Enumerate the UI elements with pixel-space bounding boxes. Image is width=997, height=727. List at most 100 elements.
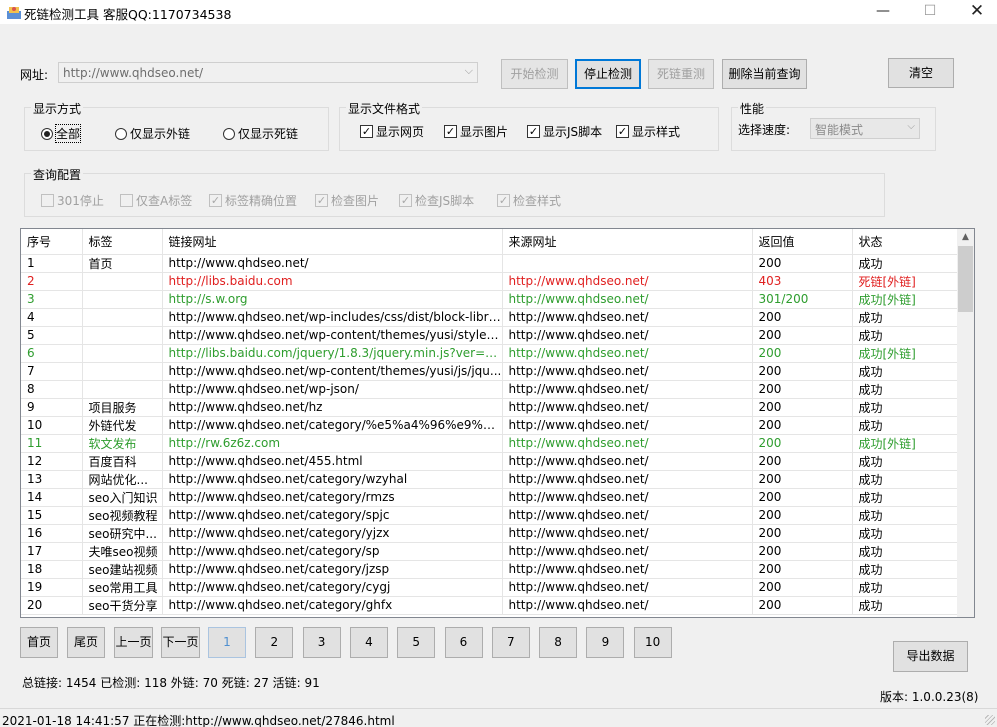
column-header-source[interactable]: 来源网址 [502,229,753,255]
checkbox-box[interactable] [120,194,133,207]
table-row[interactable]: 14 seo入门知识 http://www.qhdseo.net/category/… [21,488,958,507]
page-button[interactable]: 4 [349,627,388,658]
table-row[interactable]: 8 http://www.qhdseo.net/wp-json/http://ww… [21,380,958,399]
table-row[interactable]: 15 seo视频教程 http://www.qhdseo.net/category/… [21,506,958,525]
cell-link: http://www.qhdseo.net/category/sp [162,542,503,561]
table-row[interactable]: 4 http://www.qhdseo.net/wp-includes/css/d… [21,308,958,327]
checkbox-a-tag-only[interactable]: 仅查A标签 [120,192,192,209]
page-button[interactable]: 10 [633,627,672,658]
table-row[interactable]: 1 首页 http://www.qhdseo.net/200 成功 [21,254,958,273]
checkmark-icon[interactable]: ✓ [360,125,373,138]
last-page-button[interactable]: 尾页 [67,627,105,658]
close-button[interactable]: ✕ [954,0,997,24]
cell-status: 成功 [852,380,958,399]
checkbox-check-styles[interactable]: ✓ 检查样式 [497,192,561,209]
cell-code: 200 [752,560,853,579]
export-data-button[interactable]: 导出数据 [893,641,968,672]
chevron-down-icon[interactable]: ⌵ [465,64,473,78]
page-button[interactable]: 1 [208,627,246,658]
table-row[interactable]: 5 http://www.qhdseo.net/wp-content/themes… [21,326,958,345]
table-row[interactable]: 9 项目服务 http://www.qhdseo.net/hz http://www.… [21,398,958,417]
page-button[interactable]: 3 [302,627,341,658]
results-table[interactable]: 序号 标签 链接网址 来源网址 返回值 状态 1 首页 http://www.qhd… [20,228,975,618]
checkbox-check-js[interactable]: ✓ 检查JS脚本 [399,192,474,209]
column-header-index[interactable]: 序号 [21,229,83,255]
radio-indicator[interactable] [115,127,127,140]
first-page-button[interactable]: 首页 [20,627,58,658]
column-header-tag[interactable]: 标签 [82,229,163,255]
page-button[interactable]: 8 [539,627,578,658]
recheck-dead-button[interactable]: 死链重测 [648,59,714,89]
checkbox-show-pages[interactable]: ✓ 显示网页 [360,123,424,140]
table-row[interactable]: 2 http://libs.baidu.com http://www.qhdseo.… [21,272,958,291]
checkbox-check-images[interactable]: ✓ 检查图片 [315,192,379,209]
checkbox-box[interactable] [41,194,54,207]
page-button[interactable]: 6 [444,627,483,658]
page-button[interactable]: 2 [255,627,294,658]
delete-query-button[interactable]: 删除当前查询 [722,59,807,89]
checkbox-show-images[interactable]: ✓ 显示图片 [444,123,508,140]
radio-dead-only[interactable]: 仅显示死链 [223,125,298,142]
radio-all[interactable]: 全部 [41,124,82,143]
table-row[interactable]: 20 seo干货分享 http://www.qhdseo.net/category/… [21,596,958,615]
version-label: 版本: 1.0.0.23(8) [880,690,979,704]
table-row[interactable]: 11 软文发布 http://rw.6z6z.com http://www.qhdse… [21,434,958,453]
checkmark-icon[interactable]: ✓ [315,194,328,207]
maximize-button[interactable]: ☐ [907,0,953,24]
table-row[interactable]: 6 http://libs.baidu.com/jquery/1.8.3/jque… [21,344,958,363]
page-button[interactable]: 7 [491,627,530,658]
checkmark-icon[interactable]: ✓ [527,125,540,138]
stop-check-button[interactable]: 停止检测 [575,59,641,89]
checkbox-show-js[interactable]: ✓ 显示JS脚本 [527,123,602,140]
cell-link: http://www.qhdseo.net/category/yjzx [162,524,503,543]
table-row[interactable]: 17 夫唯seo视频 http://www.qhdseo.net/category/… [21,542,958,561]
page-button[interactable]: 9 [586,627,625,658]
table-row[interactable]: 10 外链代发 http://www.qhdseo.net/category/%e5… [21,416,958,435]
table-row[interactable]: 12 百度百科 http://www.qhdseo.net/455.html http… [21,452,958,471]
cell-link: http://s.w.org [162,290,503,309]
checkmark-icon[interactable]: ✓ [209,194,222,207]
minimize-button[interactable]: — [860,0,906,24]
column-header-code[interactable]: 返回值 [752,229,853,255]
prev-page-button[interactable]: 上一页 [114,627,153,658]
table-row[interactable]: 16 seo研究中... http://www.qhdseo.net/categor… [21,524,958,543]
cell-status: 成功 [852,254,958,273]
radio-external-only[interactable]: 仅显示外链 [115,125,190,142]
scroll-thumb[interactable] [958,246,973,312]
url-input[interactable]: http://www.qhdseo.net/ ⌵ [58,62,478,83]
checkbox-show-styles[interactable]: ✓ 显示样式 [616,123,680,140]
checkbox-tag-position[interactable]: ✓ 标签精确位置 [209,192,297,209]
cell-index: 8 [21,380,83,399]
next-page-button[interactable]: 下一页 [161,627,200,658]
checkbox-301-stop[interactable]: 301停止 [41,192,104,209]
cell-tag: 百度百科 [82,452,163,471]
cell-status: 成功 [852,524,958,543]
checkbox-label: 标签精确位置 [225,194,298,208]
page-button[interactable]: 5 [397,627,436,658]
table-row[interactable]: 3 http://s.w.org http://www.qhdseo.net/301… [21,290,958,309]
table-row[interactable]: 19 seo常用工具 http://www.qhdseo.net/category/… [21,578,958,597]
table-row[interactable]: 7 http://www.qhdseo.net/wp-content/themes… [21,362,958,381]
radio-indicator[interactable] [41,127,53,140]
start-check-button[interactable]: 开始检测 [501,59,568,89]
checkmark-icon[interactable]: ✓ [497,194,510,207]
cell-status: 成功 [852,326,958,345]
radio-external-label: 仅显示外链 [130,127,191,141]
checkmark-icon[interactable]: ✓ [399,194,412,207]
checkmark-icon[interactable]: ✓ [444,125,457,138]
column-header-link[interactable]: 链接网址 [162,229,503,255]
cell-index: 7 [21,362,83,381]
cell-code: 200 [752,506,853,525]
chevron-down-icon[interactable]: ⌵ [907,121,915,132]
speed-select[interactable]: 智能模式 ⌵ [810,118,920,139]
table-row[interactable]: 13 网站优化... http://www.qhdseo.net/category/… [21,470,958,489]
clear-button[interactable]: 清空 [888,58,954,88]
table-row[interactable]: 18 seo建站视频 http://www.qhdseo.net/category/… [21,560,958,579]
column-header-status[interactable]: 状态 [852,229,958,255]
app-icon [7,7,21,19]
resize-grip-icon[interactable] [985,715,995,725]
radio-indicator[interactable] [223,127,235,140]
scroll-up-icon[interactable]: ▲ [957,229,974,246]
vertical-scrollbar[interactable]: ▲ [957,229,974,617]
checkmark-icon[interactable]: ✓ [616,125,629,138]
